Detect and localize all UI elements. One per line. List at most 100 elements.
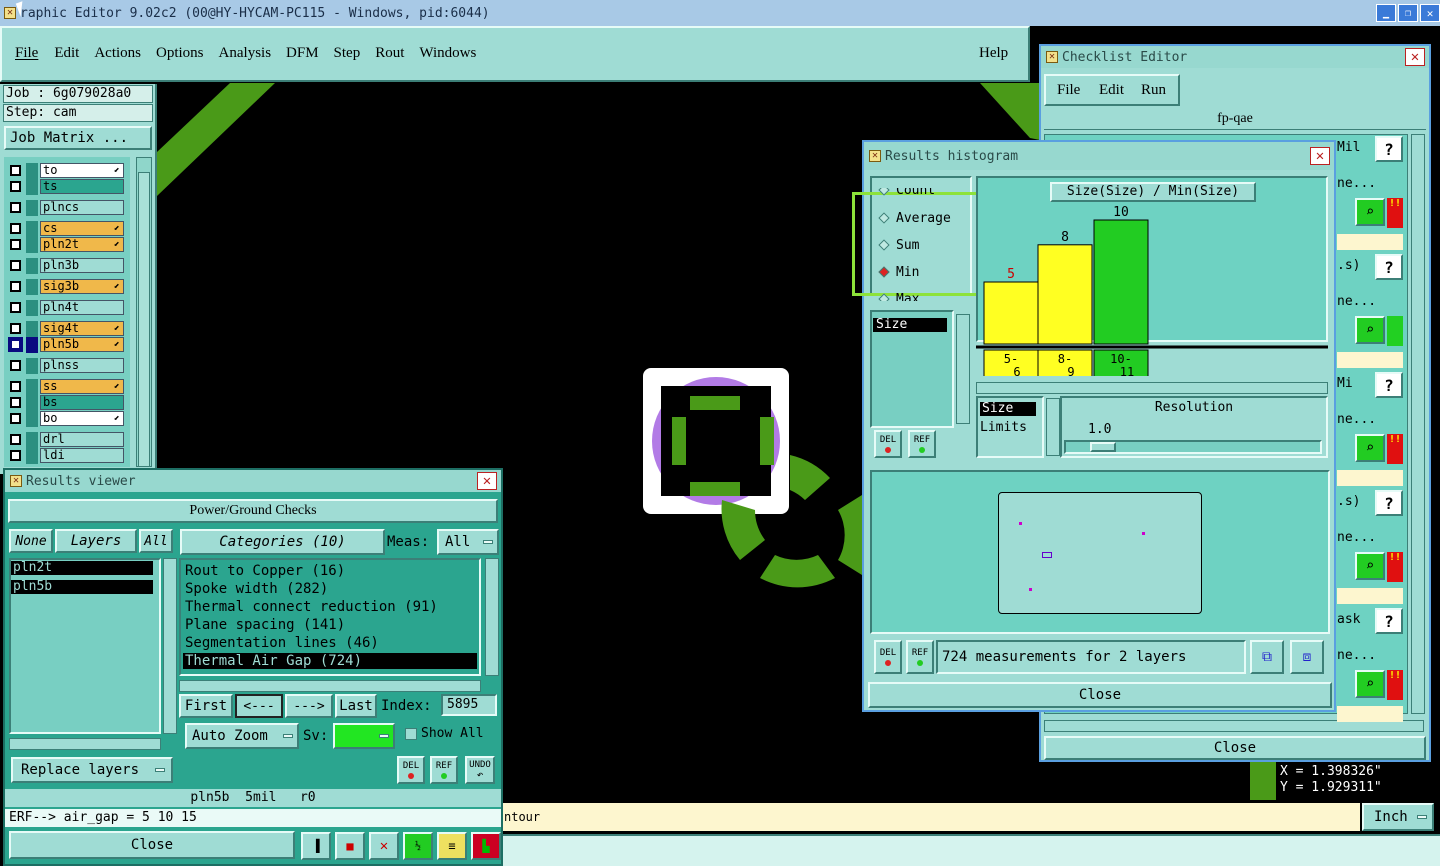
all-layers-button[interactable]: All [139,529,173,553]
category-item[interactable]: Rout to Copper (16) [183,563,477,579]
layer-name[interactable]: sig3b ⬋ [40,279,124,294]
layer-checkbox[interactable] [10,281,21,292]
zoom-icon[interactable]: ⌕ [1355,552,1385,580]
meas-dropdown[interactable]: All [437,529,499,555]
category-item[interactable]: Plane spacing (141) [183,617,477,633]
checklist-item-label[interactable]: .s) [1337,258,1360,273]
checklist-item-label[interactable]: ne... [1337,294,1376,309]
layer-row[interactable]: bs [6,395,128,411]
status-flag-icon[interactable]: !! [1387,198,1403,228]
layer-name[interactable]: pln3b [40,258,124,273]
layer-row[interactable]: pln4t [6,300,128,316]
checklist-item-label[interactable]: ne... [1337,530,1376,545]
help-icon[interactable]: ? [1375,136,1403,162]
limits-item[interactable]: Limits [980,420,1027,435]
histogram-close-button[interactable]: Close [868,682,1332,708]
layer-list-vscroll[interactable] [163,558,177,734]
layer-scrollbar-thumb[interactable] [138,172,150,467]
histogram-close-icon[interactable]: ✕ [1310,147,1330,165]
counter-icon[interactable]: ½ [403,832,433,860]
layer-row[interactable]: sig4t ⬋ [6,321,128,337]
mode-option-max[interactable]: Max [876,291,968,301]
help-icon[interactable]: ? [1375,608,1403,634]
menu-rout[interactable]: Rout [375,45,404,62]
layer-affected-swatch[interactable] [26,448,38,464]
show-all-checkbox[interactable] [405,728,417,740]
menu-dfm[interactable]: DFM [286,45,319,62]
layer-row[interactable]: pln5b ⬋ [6,337,128,353]
layer-row[interactable]: ldi [6,448,128,464]
layer-affected-swatch[interactable] [26,321,38,337]
layer-name[interactable]: pln4t [40,300,124,315]
layer-checkbox[interactable] [10,339,21,350]
layer-affected-swatch[interactable] [26,200,38,216]
category-item[interactable]: Spoke width (282) [183,581,477,597]
index-input[interactable]: 5895 [441,694,497,716]
layer-checkbox[interactable] [10,323,21,334]
layer-affected-swatch[interactable] [26,163,38,179]
layer-affected-swatch[interactable] [26,337,38,353]
status-flag-icon[interactable]: !! [1387,434,1403,464]
zoom-icon[interactable]: ⌕ [1355,434,1385,462]
zoom-home-icon[interactable]: ⧈ [1290,640,1324,674]
layer-name[interactable]: bo ⬋ [40,411,124,426]
layer-name[interactable]: plnss [40,358,124,373]
results-viewer-close-icon[interactable]: ✕ [477,472,497,490]
layers-button[interactable]: Layers [55,529,137,553]
menu-analysis[interactable]: Analysis [219,45,272,62]
layer-affected-swatch[interactable] [26,300,38,316]
next-button[interactable]: ---> [285,694,333,718]
size-list-vscroll[interactable] [1046,398,1060,456]
layer-checkbox[interactable] [10,239,21,250]
layer-affected-swatch[interactable] [26,279,38,295]
category-item[interactable]: Thermal Air Gap (724) [183,653,477,669]
menu-windows[interactable]: Windows [419,45,476,62]
checklist-item-label[interactable]: Mi [1337,376,1353,391]
layer-row[interactable]: pln2t ⬋ [6,237,128,253]
first-button[interactable]: First [179,694,233,718]
layer-checkbox[interactable] [10,450,21,461]
layer-name[interactable]: ts [40,179,124,194]
histogram-del-button[interactable]: DEL [874,430,902,458]
layer-row[interactable]: ts [6,179,128,195]
categories-button[interactable]: Categories (10) [180,529,385,555]
ref-off-icon[interactable]: ✕ [369,832,399,860]
layer-name[interactable]: plncs [40,200,124,215]
measure-icon[interactable]: ▐ [301,832,331,860]
layer-affected-swatch[interactable] [26,432,38,448]
preview-del-button[interactable]: DEL [874,640,902,674]
layer-checkbox[interactable] [10,381,21,392]
result-layer-pln2t[interactable]: pln2t [11,561,153,575]
zoom-icon[interactable]: ⌕ [1355,670,1385,698]
layer-row[interactable]: plnss [6,358,128,374]
prev-button[interactable]: <--- [235,694,283,718]
layer-row[interactable]: pln3b [6,258,128,274]
histogram-ref-button[interactable]: REF [908,430,936,458]
layer-row[interactable]: drl [6,432,128,448]
checklist-menu-file[interactable]: File [1057,82,1080,99]
layer-row[interactable]: to ⬋ [6,163,128,179]
menu-options[interactable]: Options [156,45,204,62]
bottom-input-bar[interactable] [503,834,1440,866]
category-item[interactable]: Segmentation lines (46) [183,635,477,651]
checklist-menu-run[interactable]: Run [1141,82,1166,99]
checklist-close-button[interactable]: Close [1044,736,1426,760]
status-flag-icon[interactable] [1387,316,1403,346]
layer-name[interactable]: pln5b ⬋ [40,337,124,352]
help-icon[interactable]: ? [1375,254,1403,280]
report-icon[interactable]: ≡ [437,832,467,860]
del-button[interactable]: DEL [397,756,425,784]
ref-button[interactable]: REF [430,756,458,784]
layer-affected-swatch[interactable] [26,358,38,374]
maximize-button[interactable]: ❐ [1398,4,1418,22]
menu-actions[interactable]: Actions [94,45,141,62]
checklist-item-label[interactable]: ne... [1337,648,1376,663]
layer-name[interactable]: drl [40,432,124,447]
status-flag-icon[interactable]: !! [1387,552,1403,582]
checklist-vscroll[interactable] [1411,134,1425,714]
categories-vscroll[interactable] [485,558,499,676]
units-dropdown[interactable]: Inch [1362,803,1434,831]
layer-affected-swatch[interactable] [26,258,38,274]
layer-checkbox[interactable] [10,360,21,371]
histogram-bar[interactable] [1093,219,1149,345]
